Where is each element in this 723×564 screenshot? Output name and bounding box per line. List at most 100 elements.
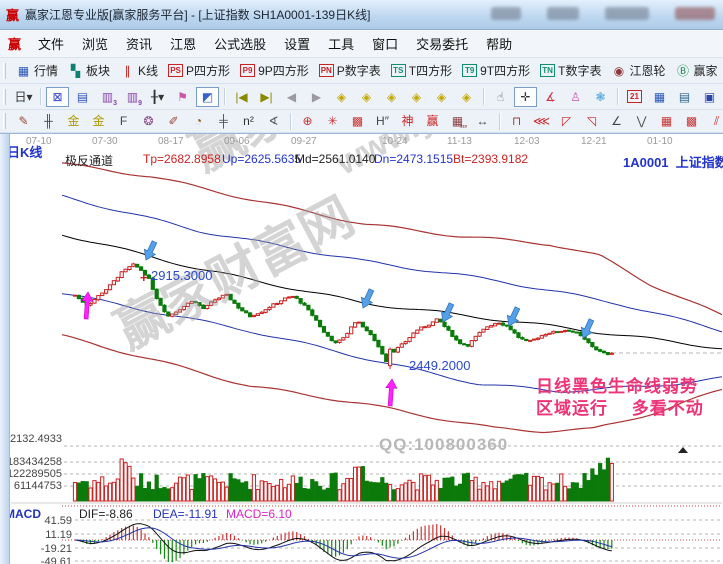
gann-figure-button[interactable]: ⚑ bbox=[171, 87, 194, 107]
color-analysis-button[interactable]: ◩ bbox=[196, 87, 219, 107]
span-arrows-icon: ↔ bbox=[475, 114, 490, 129]
number-grid-button[interactable]: ▦¹²³ bbox=[446, 111, 469, 131]
titlebar-item-blurred[interactable] bbox=[491, 7, 521, 20]
mind-map-button[interactable]: ❃ bbox=[589, 87, 612, 107]
n-square-button[interactable]: n² bbox=[237, 111, 260, 131]
angle-measure-button[interactable]: ∡ bbox=[539, 87, 562, 107]
diamond-up-button[interactable]: ◈ bbox=[380, 87, 403, 107]
ying-gann-button[interactable]: 赢 bbox=[421, 111, 444, 131]
price-fence-button[interactable]: ╫ bbox=[37, 111, 60, 131]
toolbar-separator bbox=[224, 88, 225, 105]
fibonacci-grid-button[interactable]: F bbox=[112, 111, 135, 131]
hand-tool-button[interactable]: ☝ bbox=[489, 87, 512, 107]
menu-item-资讯[interactable]: 资讯 bbox=[117, 30, 161, 57]
triangle-marker bbox=[678, 447, 688, 453]
zigzag-wave-button[interactable]: ⋁ bbox=[630, 111, 653, 131]
candle-type-selector-button[interactable]: ╂▾ bbox=[146, 87, 169, 107]
period-day-selector-button[interactable]: 日▾ bbox=[12, 87, 35, 107]
red-grid-diagonal-button[interactable]: ▩ bbox=[680, 111, 703, 131]
kline-button[interactable]: ∥K线 bbox=[116, 61, 162, 81]
yingjia-big-button[interactable]: Ⓑ赢家 bbox=[671, 61, 721, 81]
menu-item-文件[interactable]: 文件 bbox=[29, 30, 73, 57]
diamond-right-button[interactable]: ◈ bbox=[355, 87, 378, 107]
shen-gann-button[interactable]: 神 bbox=[396, 111, 419, 131]
date-axis-label: 01-10 bbox=[647, 136, 673, 147]
9p-square-button[interactable]: P99P四方形 bbox=[236, 61, 313, 81]
ying-gann-icon: 赢 bbox=[425, 114, 440, 129]
gann-clock-button[interactable]: ◔ bbox=[187, 111, 210, 131]
p-square-label: P四方形 bbox=[186, 62, 230, 79]
menu-item-设置[interactable]: 设置 bbox=[275, 30, 319, 57]
step-back-button[interactable]: ◀ bbox=[280, 87, 303, 107]
golden-grid-button[interactable]: 金 bbox=[62, 111, 85, 131]
chart-surface[interactable]: + 赢家财富网 www.yingjia360.com 赢家财富网 日K线 1A0… bbox=[0, 133, 723, 564]
shape-marker-button[interactable]: ♙ bbox=[564, 87, 587, 107]
gann-figure-icon: ⚑ bbox=[175, 89, 190, 104]
n-square-icon: n² bbox=[241, 114, 256, 129]
level-ruler-button[interactable]: ⊓ bbox=[505, 111, 528, 131]
mirror-angle-button[interactable]: ∢ bbox=[262, 111, 285, 131]
calculator-button[interactable]: ▦ bbox=[648, 87, 671, 107]
menu-item-交易委托[interactable]: 交易委托 bbox=[407, 30, 477, 57]
p-square-button[interactable]: PSP四方形 bbox=[164, 61, 234, 81]
t-number-table-label: T数字表 bbox=[558, 62, 601, 79]
draw-pen-button[interactable]: ✎ bbox=[12, 111, 35, 131]
9t-square-button[interactable]: T99T四方形 bbox=[458, 61, 534, 81]
t-square-button[interactable]: TST四方形 bbox=[387, 61, 456, 81]
diamond-compress-button[interactable]: ◈ bbox=[455, 87, 478, 107]
sectors-label: 板块 bbox=[86, 62, 110, 79]
jump-last-icon: ▶| bbox=[259, 89, 274, 104]
diamond-expand-button[interactable]: ◈ bbox=[430, 87, 453, 107]
yingjia-big-icon: Ⓑ bbox=[675, 63, 690, 78]
spider-web-button[interactable]: ▩ bbox=[346, 111, 369, 131]
parallel-slash-button[interactable]: ⫽ bbox=[705, 111, 723, 131]
report-pad-button[interactable]: ▤ bbox=[673, 87, 696, 107]
macd-axis-label: -19.21 bbox=[0, 543, 72, 555]
menu-item-江恩[interactable]: 江恩 bbox=[161, 30, 205, 57]
shen-gann-icon: 神 bbox=[400, 114, 415, 129]
fan-box-down-button[interactable]: ◹ bbox=[580, 111, 603, 131]
diamond-left-button[interactable]: ◈ bbox=[330, 87, 353, 107]
t-number-table-button[interactable]: TNT数字表 bbox=[536, 61, 605, 81]
channel-box-button[interactable]: ⊠ bbox=[46, 87, 69, 107]
p-number-table-button[interactable]: PNP数字表 bbox=[315, 61, 385, 81]
red-grid-button[interactable]: ▦ bbox=[655, 111, 678, 131]
diamond-down-button[interactable]: ◈ bbox=[405, 87, 428, 107]
fan-box-up-button[interactable]: ◸ bbox=[555, 111, 578, 131]
titlebar-item-blurred[interactable] bbox=[547, 7, 579, 20]
bars-9-button[interactable]: ▥9 bbox=[121, 87, 144, 107]
jump-last-button[interactable]: ▶| bbox=[255, 87, 278, 107]
circle-target-button[interactable]: ⊕ bbox=[296, 111, 319, 131]
span-arrows-button[interactable]: ↔ bbox=[471, 111, 494, 131]
angle-rays-button[interactable]: ∠ bbox=[605, 111, 628, 131]
trend-pen-button[interactable]: ✐ bbox=[162, 111, 185, 131]
jump-first-button[interactable]: |◀ bbox=[230, 87, 253, 107]
sectors-button[interactable]: ▚板块 bbox=[64, 61, 114, 81]
step-forward-button[interactable]: ▶ bbox=[305, 87, 328, 107]
calendar-button[interactable]: 21 bbox=[623, 87, 646, 107]
h-ruler-button[interactable]: H″ bbox=[371, 111, 394, 131]
quotes-button[interactable]: ▦行情 bbox=[12, 61, 62, 81]
menu-item-公式选股[interactable]: 公式选股 bbox=[205, 30, 275, 57]
menu-item-浏览[interactable]: 浏览 bbox=[73, 30, 117, 57]
qq-watermark: QQ:100800360 bbox=[379, 435, 508, 455]
golden-box-button[interactable]: 金 bbox=[87, 111, 110, 131]
quotes-label: 行情 bbox=[34, 62, 58, 79]
titlebar-item-blurred[interactable] bbox=[605, 7, 649, 20]
gann-wheel-button[interactable]: ◉江恩轮 bbox=[607, 61, 669, 81]
kline-chart[interactable]: + bbox=[0, 134, 723, 564]
gann-fan-button[interactable]: ⋘ bbox=[530, 111, 553, 131]
bars-3-icon: ▥3 bbox=[100, 89, 115, 104]
notes-doc-button[interactable]: ▤ bbox=[71, 87, 94, 107]
titlebar-item-blurred[interactable] bbox=[675, 7, 715, 20]
save-button[interactable]: ▣ bbox=[698, 87, 721, 107]
menu-item-帮助[interactable]: 帮助 bbox=[477, 30, 521, 57]
bars-3-button[interactable]: ▥3 bbox=[96, 87, 119, 107]
menu-item-工具[interactable]: 工具 bbox=[319, 30, 363, 57]
menu-item-窗口[interactable]: 窗口 bbox=[363, 30, 407, 57]
crosshair-tool-button[interactable]: ✛ bbox=[514, 87, 537, 107]
h-ruler-icon: H″ bbox=[375, 114, 390, 129]
gann-spiral-button[interactable]: ❂ bbox=[137, 111, 160, 131]
dense-fence-button[interactable]: ╪ bbox=[212, 111, 235, 131]
ray-burst-button[interactable]: ✳ bbox=[321, 111, 344, 131]
